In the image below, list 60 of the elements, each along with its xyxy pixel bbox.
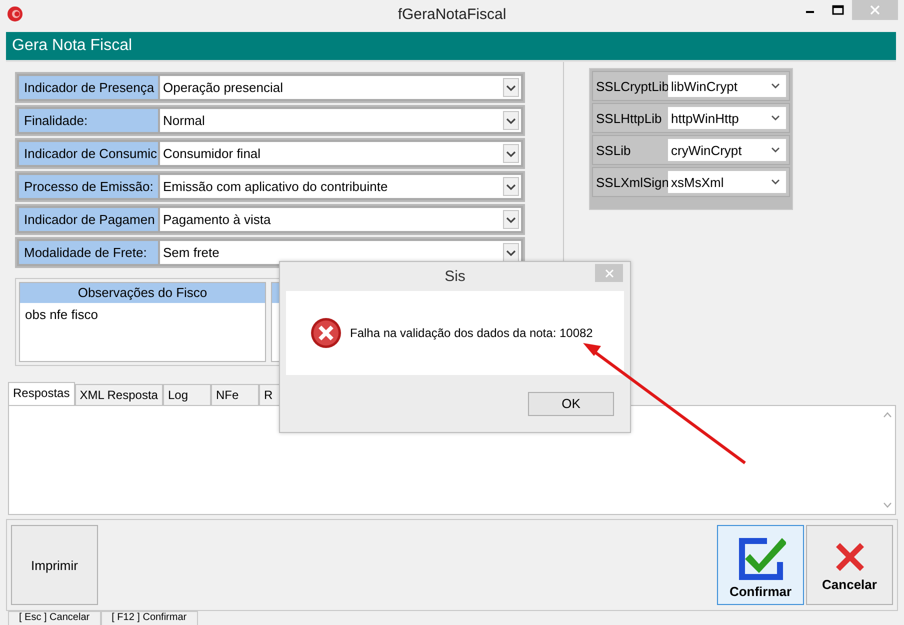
- field-label: Modalidade de Frete:: [19, 241, 158, 264]
- confirm-button[interactable]: Confirmar: [717, 525, 804, 606]
- window-title: fGeraNotaFiscal: [396, 6, 508, 22]
- tab[interactable]: Log: [162, 384, 211, 406]
- caret-icon: [506, 84, 516, 92]
- field-label: Finalidade:: [19, 109, 158, 132]
- dropdown[interactable]: Emissão com aplicativo do contribuinte: [160, 175, 521, 198]
- app-icon: [7, 6, 23, 22]
- caret-icon: [506, 182, 516, 190]
- cancel-button[interactable]: Cancelar: [806, 525, 893, 606]
- dropdown-button[interactable]: [503, 177, 519, 196]
- panel-title: Observações do Fisco: [20, 283, 265, 303]
- status-text: [ Esc ] Cancelar: [8, 611, 101, 625]
- dropdown[interactable]: libWinCrypt: [668, 75, 786, 97]
- tab[interactable]: XML Resposta: [74, 384, 163, 406]
- status-text: [ F12 ] Confirmar: [100, 611, 198, 625]
- caret-icon: [506, 116, 516, 124]
- field-label: Processo de Emissão:: [19, 175, 158, 198]
- error-message: Falha na validação dos dados da nota: 10082: [350, 326, 593, 340]
- caret-icon: [771, 115, 780, 121]
- dropdown[interactable]: Pagamento à vista: [160, 208, 521, 231]
- dropdown[interactable]: Sem frete: [160, 241, 521, 264]
- setting-label: SSLXmlSign: [595, 174, 668, 190]
- ok-button[interactable]: OK: [528, 392, 614, 416]
- scrollbar[interactable]: [881, 412, 893, 508]
- scroll-down-icon: [882, 502, 892, 508]
- dropdown[interactable]: xsMsXml: [668, 171, 786, 193]
- caret-icon: [771, 179, 780, 185]
- scroll-up-icon: [882, 412, 892, 418]
- field-label: Indicador de Pagamen: [19, 208, 158, 231]
- setting-label: SSLHttpLib: [595, 110, 663, 126]
- notes-field[interactable]: obs nfe fisco: [20, 303, 265, 326]
- dropdown[interactable]: cryWinCrypt: [668, 139, 786, 161]
- dialog-title: Sis: [444, 268, 466, 285]
- dropdown-button[interactable]: [503, 243, 519, 262]
- dropdown-button[interactable]: [503, 144, 519, 163]
- dropdown[interactable]: Normal: [160, 109, 521, 132]
- tab[interactable]: Respostas: [8, 382, 75, 406]
- setting-label: SSLib: [595, 142, 632, 158]
- tab[interactable]: NFe: [210, 384, 259, 406]
- dropdown[interactable]: Operação presencial: [160, 76, 521, 99]
- dropdown-button[interactable]: [503, 210, 519, 229]
- error-icon: [310, 317, 342, 349]
- print-button[interactable]: Imprimir: [11, 525, 98, 606]
- field-label: Indicador de Presença: [19, 76, 158, 99]
- dropdown[interactable]: Consumidor final: [160, 142, 521, 165]
- caret-icon: [771, 147, 780, 153]
- maximize-icon: [832, 5, 844, 15]
- setting-label: SSLCryptLib: [595, 78, 668, 94]
- dropdown-button[interactable]: [503, 111, 519, 130]
- caret-icon: [506, 150, 516, 158]
- close-icon: [604, 268, 614, 278]
- caret-icon: [506, 216, 516, 224]
- close-icon: [870, 5, 880, 15]
- caret-icon: [771, 83, 780, 89]
- field-label: Indicador de Consumic: [19, 142, 158, 165]
- caret-icon: [506, 248, 516, 256]
- dropdown[interactable]: httpWinHttp: [668, 107, 786, 129]
- form-header: Gera Nota Fiscal: [6, 32, 896, 62]
- dropdown-button[interactable]: [503, 78, 519, 97]
